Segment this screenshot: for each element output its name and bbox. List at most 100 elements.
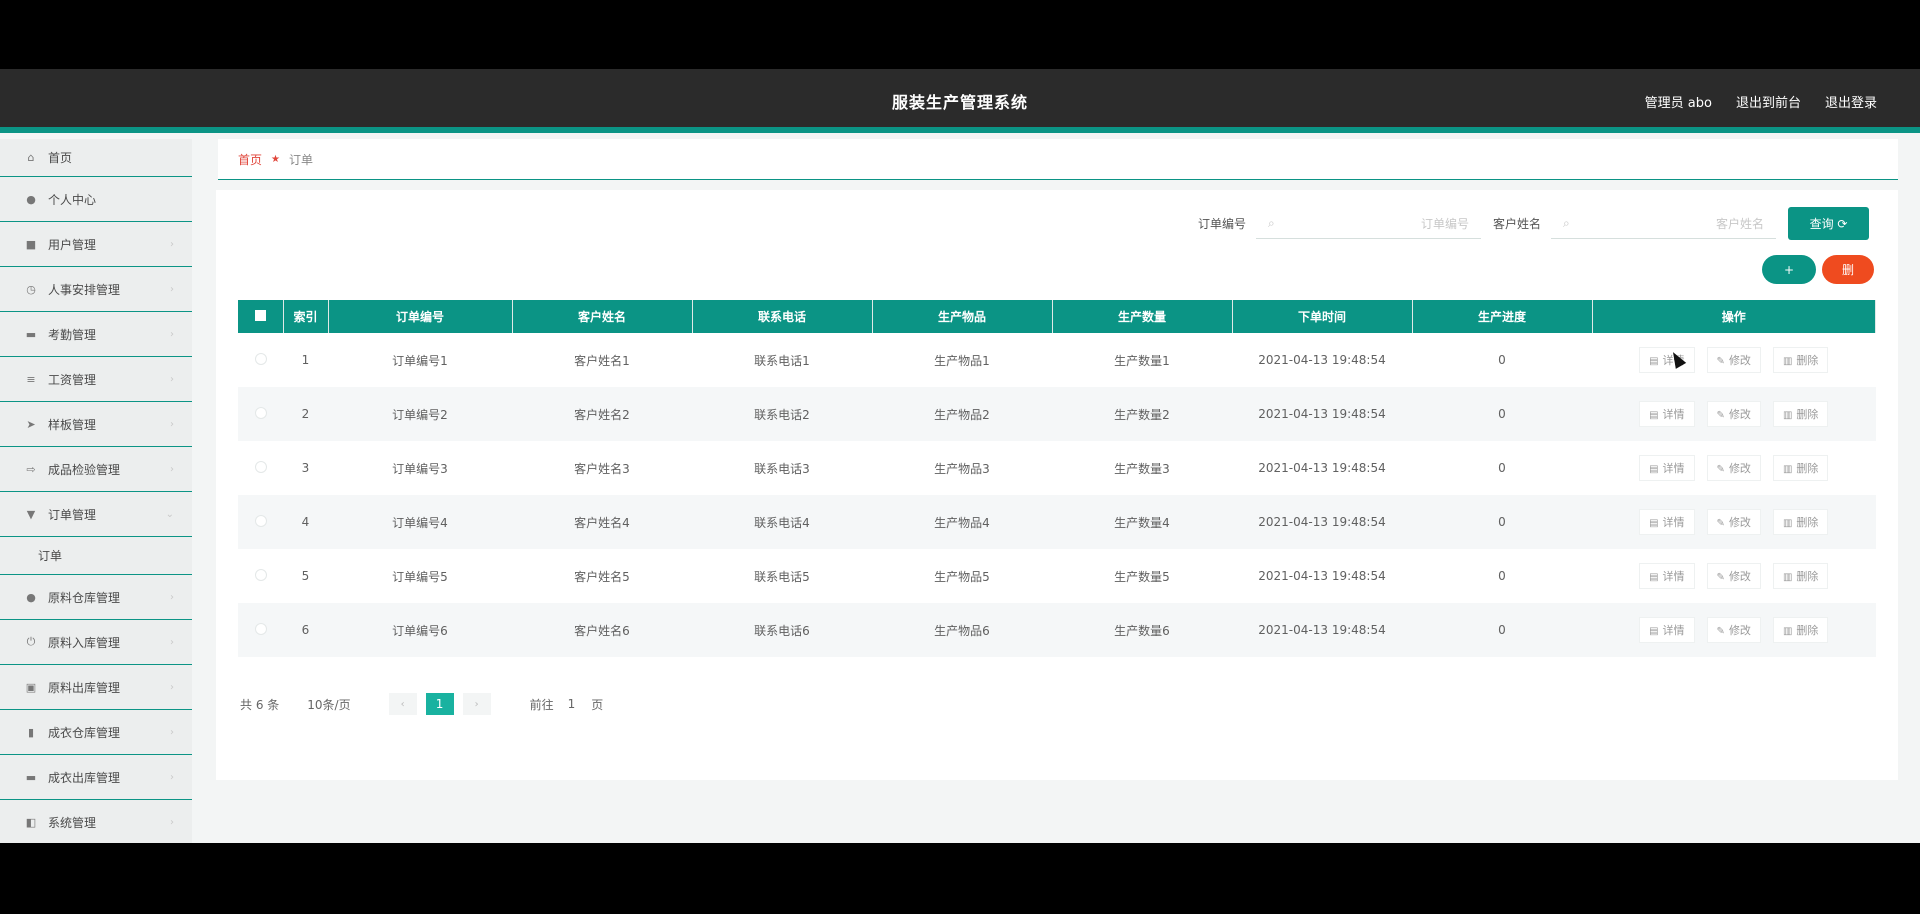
chevron-icon: › bbox=[170, 373, 174, 385]
delete-button[interactable]: ▥ 删除 bbox=[1772, 347, 1829, 373]
chevron-icon: › bbox=[170, 418, 174, 430]
users-icon: ■ bbox=[25, 237, 37, 251]
detail-icon: ▤ bbox=[1649, 572, 1659, 583]
edit-button[interactable]: ✎ 修改 bbox=[1706, 563, 1761, 589]
sidebar-item-garment-out[interactable]: ▬ 成衣出库管理 › bbox=[0, 755, 192, 800]
trash-icon: ▥ bbox=[1782, 464, 1793, 475]
home-icon: ⌂ bbox=[27, 151, 35, 164]
cell-order-no: 订单编号5 bbox=[392, 569, 448, 584]
goto-page-input[interactable]: 1 bbox=[568, 697, 576, 711]
row-checkbox[interactable] bbox=[254, 460, 267, 473]
breadcrumb: 首页 ★ 订单 bbox=[218, 139, 1898, 180]
page-number-current[interactable]: 1 bbox=[425, 693, 454, 715]
detail-button[interactable]: ▤ 详情 bbox=[1639, 509, 1695, 535]
col-order-time: 下单时间 bbox=[1232, 300, 1413, 333]
select-all-checkbox[interactable] bbox=[238, 300, 284, 333]
page-size-select[interactable]: 10条/页 bbox=[307, 696, 350, 713]
trash-icon: ▥ bbox=[1782, 518, 1793, 529]
sidebar-item-garment-warehouse[interactable]: ▮ 成衣仓库管理 › bbox=[0, 710, 192, 755]
sidebar-item-sample[interactable]: ➤ 样板管理 › bbox=[0, 402, 192, 447]
cell-customer: 客户姓名2 bbox=[512, 387, 692, 441]
row-checkbox[interactable] bbox=[254, 514, 267, 527]
edit-button[interactable]: ✎ 修改 bbox=[1706, 617, 1761, 643]
delete-button[interactable]: ▥ 删除 bbox=[1772, 401, 1829, 427]
chevron-icon: › bbox=[170, 283, 174, 295]
customer-name-placeholder: 客户姓名 bbox=[1715, 216, 1764, 231]
delete-button[interactable]: ▥ 删除 bbox=[1772, 617, 1829, 643]
query-button[interactable]: 查询 ⟳ bbox=[1788, 207, 1869, 240]
sidebar-item-hr[interactable]: ◷ 人事安排管理 › bbox=[0, 267, 192, 312]
sidebar-item-material-warehouse[interactable]: ● 原料仓库管理 › bbox=[0, 575, 192, 620]
row-checkbox-cell[interactable] bbox=[238, 387, 283, 441]
app-title: 服装生产管理系统 bbox=[891, 93, 1028, 112]
row-checkbox[interactable] bbox=[254, 352, 267, 365]
detail-button[interactable]: ▤ 详情 bbox=[1639, 455, 1695, 481]
chevron-icon: › bbox=[170, 591, 174, 603]
sidebar-item-attendance[interactable]: ▬ 考勤管理 › bbox=[0, 312, 192, 357]
edit-button[interactable]: ✎ 修改 bbox=[1706, 401, 1761, 427]
exit-to-front-link[interactable]: 退出到前台 bbox=[1736, 92, 1801, 111]
goto-label: 前往 bbox=[529, 697, 554, 712]
delete-button[interactable]: ▥ 删除 bbox=[1772, 509, 1829, 535]
batch-delete-button[interactable]: 删 bbox=[1822, 255, 1874, 284]
sidebar-item-system[interactable]: ◧ 系统管理 › bbox=[0, 800, 192, 843]
sidebar-item-material-in[interactable]: ⏻ 原料入库管理 › bbox=[0, 620, 192, 665]
logout-link[interactable]: 退出登录 bbox=[1825, 92, 1877, 111]
trash-icon: ▥ bbox=[1782, 572, 1793, 583]
sidebar-item-inspection[interactable]: ⇨ 成品检验管理 › bbox=[0, 447, 192, 492]
prev-page-button[interactable]: ‹ bbox=[388, 693, 417, 715]
cell-quantity: 生产数量3 bbox=[1114, 461, 1170, 476]
edit-button[interactable]: ✎ 修改 bbox=[1706, 347, 1761, 373]
order-no-input[interactable]: ⌕ 订单编号 bbox=[1255, 209, 1481, 239]
sidebar-item-label: 成衣出库管理 bbox=[48, 770, 121, 785]
customer-name-input[interactable]: ⌕ 客户姓名 bbox=[1551, 209, 1776, 239]
add-button[interactable]: + bbox=[1762, 255, 1816, 284]
edit-label: 修改 bbox=[1728, 354, 1751, 367]
row-checkbox-cell[interactable] bbox=[238, 495, 283, 549]
cell-progress: 0 bbox=[1412, 387, 1592, 441]
cell-order-no: 订单编号1 bbox=[392, 353, 448, 368]
row-checkbox-cell[interactable] bbox=[238, 603, 283, 657]
chevron-icon: › bbox=[170, 238, 174, 250]
sidebar-item-material-out[interactable]: ▣ 原料出库管理 › bbox=[0, 665, 192, 710]
detail-button[interactable]: ▤ 详情 bbox=[1639, 617, 1695, 643]
sidebar-item-label: 个人中心 bbox=[48, 192, 97, 207]
cell-product: 生产物品6 bbox=[872, 603, 1052, 657]
sidebar-item-label: 人事安排管理 bbox=[48, 282, 121, 297]
edit-label: 修改 bbox=[1728, 516, 1751, 529]
edit-icon: ✎ bbox=[1716, 356, 1725, 367]
cell-index: 1 bbox=[301, 353, 310, 367]
sidebar-item-salary[interactable]: ≡ 工资管理 › bbox=[0, 357, 192, 402]
edit-button[interactable]: ✎ 修改 bbox=[1706, 509, 1761, 535]
col-customer: 客户姓名 bbox=[512, 300, 693, 333]
sidebar-item-users[interactable]: ■ 用户管理 › bbox=[0, 222, 192, 267]
delete-button[interactable]: ▥ 删除 bbox=[1772, 455, 1829, 481]
sidebar-item-orders[interactable]: ▼ 订单管理 ⌄ bbox=[0, 492, 192, 537]
cell-progress: 0 bbox=[1498, 569, 1506, 583]
row-checkbox[interactable] bbox=[254, 406, 267, 419]
breadcrumb-home[interactable]: 首页 bbox=[238, 151, 262, 168]
detail-button[interactable]: ▤ 详情 bbox=[1639, 347, 1695, 373]
edit-button[interactable]: ✎ 修改 bbox=[1706, 455, 1761, 481]
row-checkbox-cell[interactable] bbox=[238, 333, 283, 387]
video-letterbox-bottom bbox=[0, 843, 1920, 914]
row-checkbox-cell[interactable] bbox=[238, 441, 283, 495]
sidebar-item-home[interactable]: ⌂ 首页 bbox=[0, 139, 192, 177]
detail-button[interactable]: ▤ 详情 bbox=[1639, 401, 1695, 427]
next-page-button[interactable]: › bbox=[462, 693, 491, 715]
col-actions: 操作 bbox=[1592, 300, 1876, 333]
cell-customer: 客户姓名1 bbox=[574, 353, 630, 368]
row-checkbox[interactable] bbox=[254, 568, 267, 581]
sidebar-item-label: 用户管理 bbox=[48, 237, 97, 252]
delete-button[interactable]: ▥ 删除 bbox=[1772, 563, 1829, 589]
table-row: 4 订单编号4 客户姓名4 联系电话4 生产物品4 生产数量4 2021-04-13 19:… bbox=[238, 495, 1876, 549]
row-checkbox-cell[interactable] bbox=[238, 549, 283, 603]
sidebar-subitem-order[interactable]: 订单 bbox=[0, 537, 192, 575]
sidebar-item-profile[interactable]: ● 个人中心 bbox=[0, 177, 192, 222]
row-checkbox[interactable] bbox=[254, 622, 267, 635]
row-actions: ▤ 详情 ✎ 修改 ▥ 删除 bbox=[1592, 495, 1876, 549]
user-icon: ● bbox=[26, 192, 36, 206]
outbound-icon: ▣ bbox=[25, 680, 37, 694]
detail-button[interactable]: ▤ 详情 bbox=[1639, 563, 1695, 589]
sidebar-item-label: 首页 bbox=[48, 151, 73, 165]
